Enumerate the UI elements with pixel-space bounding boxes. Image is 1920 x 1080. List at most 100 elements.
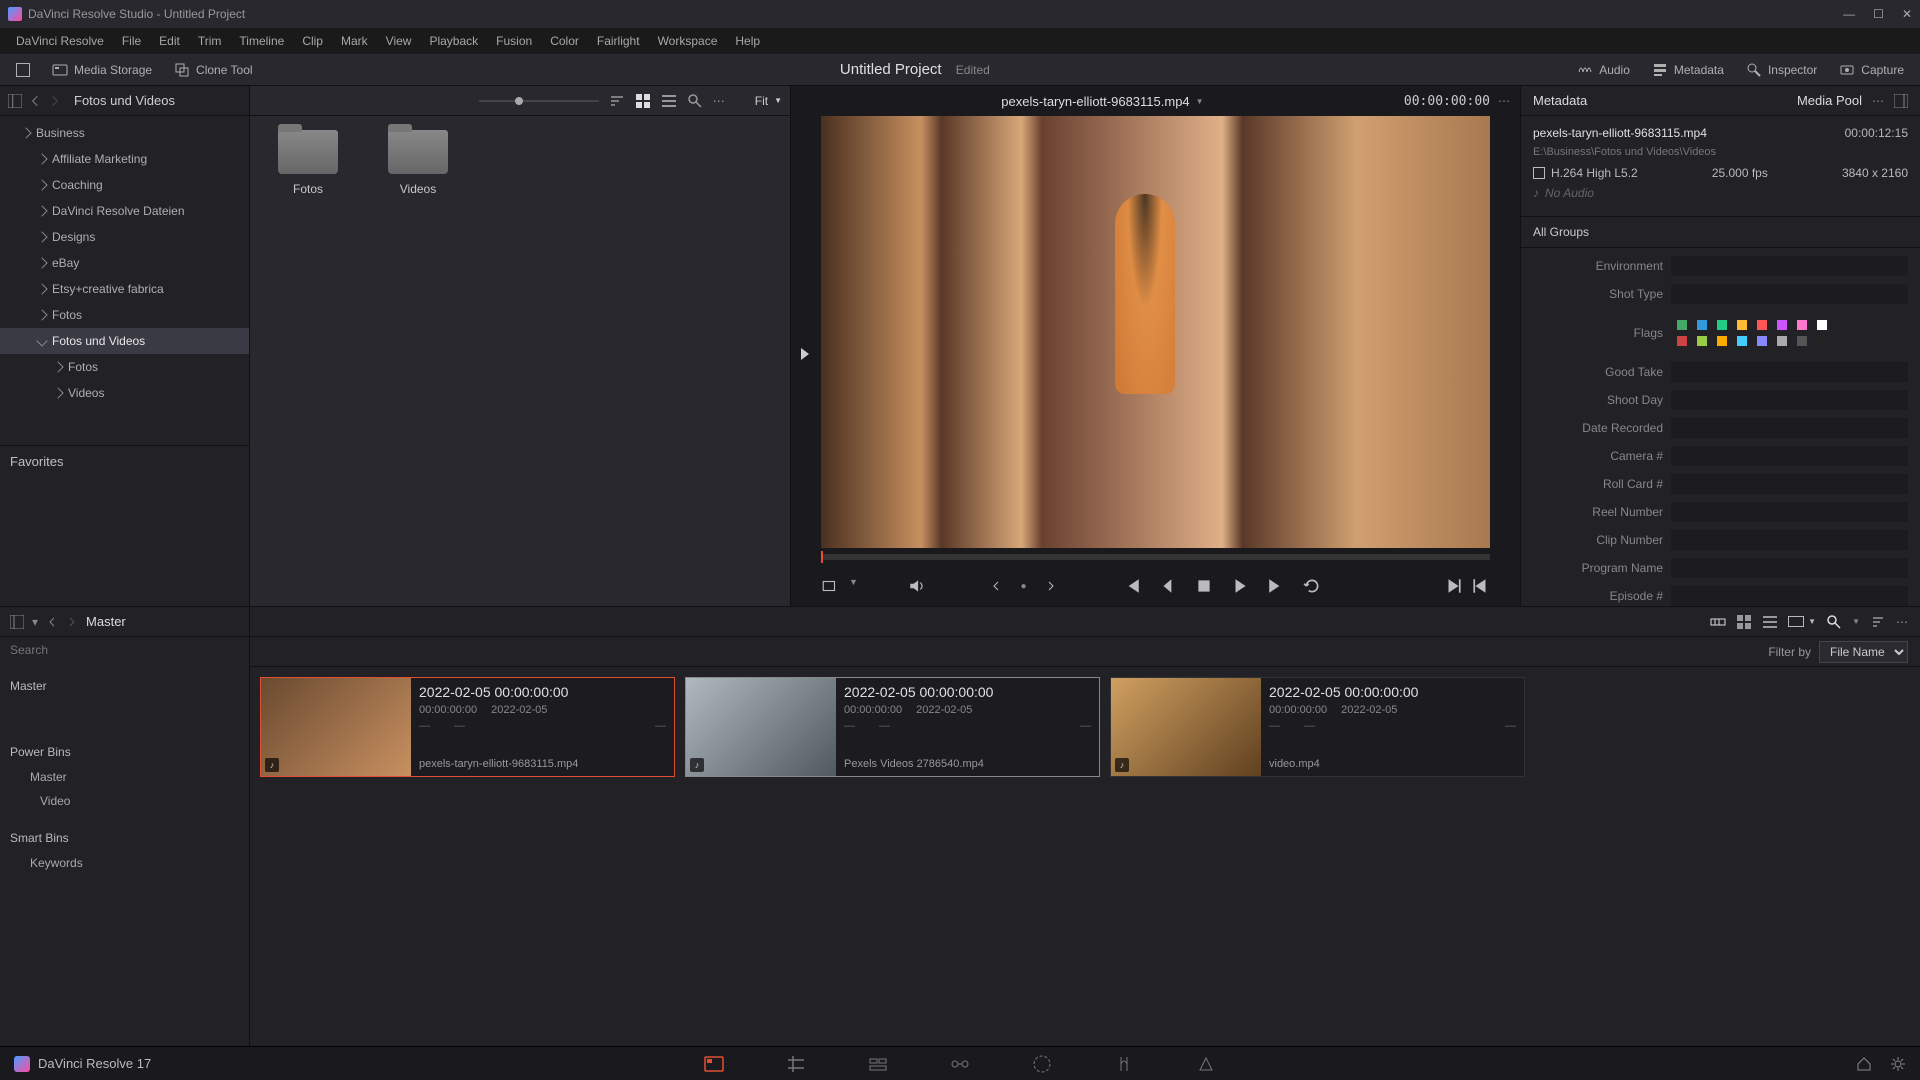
power-bin-master[interactable]: Master: [0, 765, 249, 789]
insert-icon[interactable]: [1472, 577, 1490, 595]
flag-swatch[interactable]: [1797, 320, 1807, 330]
meta-value[interactable]: [1671, 586, 1908, 606]
color-page-icon[interactable]: [1031, 1053, 1053, 1075]
pool-fwd-icon[interactable]: [66, 616, 78, 628]
storage-tree[interactable]: BusinessAffiliate MarketingCoachingDaVin…: [0, 116, 249, 445]
match-frame-icon[interactable]: [1444, 577, 1462, 595]
layout-toggle-button[interactable]: [10, 60, 36, 80]
chevron-down-icon[interactable]: ▼: [849, 577, 858, 595]
meta-more-icon[interactable]: ⋯: [1872, 94, 1884, 108]
menu-workspace[interactable]: Workspace: [650, 31, 726, 51]
tree-node-fotos-und-videos[interactable]: Fotos und Videos: [0, 328, 249, 354]
flag-swatch[interactable]: [1797, 336, 1807, 346]
mark-in-icon[interactable]: [797, 346, 813, 362]
loop-icon[interactable]: [1303, 577, 1321, 595]
pool-master-bin[interactable]: Master: [0, 673, 249, 699]
tree-node-affiliate-marketing[interactable]: Affiliate Marketing: [0, 146, 249, 172]
next-mark-icon[interactable]: [1045, 580, 1057, 592]
thumbnail-size-slider[interactable]: [479, 100, 599, 102]
tree-node-business[interactable]: Business: [0, 120, 249, 146]
clone-tool-button[interactable]: Clone Tool: [168, 59, 258, 81]
in-out-icon[interactable]: [821, 577, 839, 595]
flag-swatch[interactable]: [1677, 320, 1687, 330]
pool-sort-icon[interactable]: [1870, 614, 1886, 630]
menu-trim[interactable]: Trim: [190, 31, 230, 51]
home-icon[interactable]: [1856, 1056, 1872, 1072]
meta-value[interactable]: [1671, 390, 1908, 410]
nav-back-icon[interactable]: [28, 94, 42, 108]
media-page-icon[interactable]: [703, 1053, 725, 1075]
flag-swatch[interactable]: [1757, 320, 1767, 330]
tree-node-coaching[interactable]: Coaching: [0, 172, 249, 198]
viewer-clip-name[interactable]: pexels-taryn-elliott-9683115.mp4▼: [1001, 94, 1203, 109]
edit-page-icon[interactable]: [867, 1053, 889, 1075]
tree-node-designs[interactable]: Designs: [0, 224, 249, 250]
gear-icon[interactable]: [1890, 1056, 1906, 1072]
menu-timeline[interactable]: Timeline: [231, 31, 292, 51]
sidebar-layout-icon[interactable]: [8, 94, 22, 108]
viewer-more-icon[interactable]: ⋯: [1498, 94, 1510, 108]
viewer-preview[interactable]: [821, 116, 1490, 548]
pool-grid-view-icon[interactable]: [1736, 614, 1752, 630]
pool-search-chevron-icon[interactable]: ▼: [1852, 617, 1860, 626]
maximize-icon[interactable]: ☐: [1873, 7, 1884, 21]
menu-view[interactable]: View: [378, 31, 420, 51]
pool-search-icon[interactable]: [1826, 614, 1842, 630]
flag-swatch[interactable]: [1817, 336, 1827, 346]
pool-more-icon[interactable]: ⋯: [1896, 615, 1908, 629]
flag-swatch[interactable]: [1697, 320, 1707, 330]
stop-icon[interactable]: [1195, 577, 1213, 595]
tree-node-etsy-creative-fabrica[interactable]: Etsy+creative fabrica: [0, 276, 249, 302]
pool-layout-icon[interactable]: [10, 615, 24, 629]
meta-value[interactable]: [1671, 502, 1908, 522]
menu-clip[interactable]: Clip: [294, 31, 331, 51]
media-pool-tab[interactable]: Media Pool: [1797, 93, 1862, 108]
flag-swatch[interactable]: [1777, 320, 1787, 330]
folder-videos[interactable]: Videos: [378, 130, 458, 592]
capture-button[interactable]: Capture: [1833, 59, 1910, 81]
go-start-icon[interactable]: [1123, 577, 1141, 595]
cut-page-icon[interactable]: [785, 1053, 807, 1075]
tree-node-ebay[interactable]: eBay: [0, 250, 249, 276]
pool-dropdown-icon[interactable]: ▾: [32, 615, 38, 629]
flag-swatch[interactable]: [1717, 320, 1727, 330]
media-storage-button[interactable]: Media Storage: [46, 59, 158, 81]
volume-icon[interactable]: [908, 577, 926, 595]
deliver-page-icon[interactable]: [1195, 1053, 1217, 1075]
inspector-button[interactable]: Inspector: [1740, 59, 1823, 81]
menu-fusion[interactable]: Fusion: [488, 31, 540, 51]
flag-swatch[interactable]: [1737, 336, 1747, 346]
tree-node-davinci-resolve-dateien[interactable]: DaVinci Resolve Dateien: [0, 198, 249, 224]
meta-value[interactable]: [1671, 256, 1908, 276]
flag-swatch[interactable]: [1757, 336, 1767, 346]
pool-search-input[interactable]: [10, 643, 239, 657]
pool-strip-view-icon[interactable]: [1710, 614, 1726, 630]
meta-value[interactable]: [1671, 474, 1908, 494]
fairlight-page-icon[interactable]: [1113, 1053, 1135, 1075]
metadata-button[interactable]: Metadata: [1646, 59, 1730, 81]
sort-icon[interactable]: [609, 93, 625, 109]
fusion-page-icon[interactable]: [949, 1053, 971, 1075]
minimize-icon[interactable]: —: [1843, 7, 1855, 21]
smart-bin-keywords[interactable]: Keywords: [0, 851, 249, 875]
menu-davinci-resolve[interactable]: DaVinci Resolve: [8, 31, 112, 51]
viewer-scrubber[interactable]: [821, 554, 1490, 560]
nav-fwd-icon[interactable]: [48, 94, 62, 108]
menu-file[interactable]: File: [114, 31, 149, 51]
meta-value[interactable]: [1671, 317, 1908, 349]
grid-view-icon[interactable]: [635, 93, 651, 109]
close-icon[interactable]: ✕: [1902, 7, 1912, 21]
play-icon[interactable]: [1231, 577, 1249, 595]
flag-swatch[interactable]: [1717, 336, 1727, 346]
fit-dropdown[interactable]: Fit▼: [755, 94, 782, 108]
tree-node-fotos[interactable]: Fotos: [0, 302, 249, 328]
meta-value[interactable]: [1671, 362, 1908, 382]
pool-aspect-dropdown[interactable]: ▼: [1788, 616, 1816, 627]
menu-color[interactable]: Color: [542, 31, 587, 51]
audio-button[interactable]: Audio: [1571, 59, 1636, 81]
folder-fotos[interactable]: Fotos: [268, 130, 348, 592]
flag-swatch[interactable]: [1817, 320, 1827, 330]
menu-playback[interactable]: Playback: [421, 31, 486, 51]
flag-swatch[interactable]: [1697, 336, 1707, 346]
clip-card[interactable]: ♪2022-02-05 00:00:00:0000:00:00:002022-0…: [685, 677, 1100, 777]
